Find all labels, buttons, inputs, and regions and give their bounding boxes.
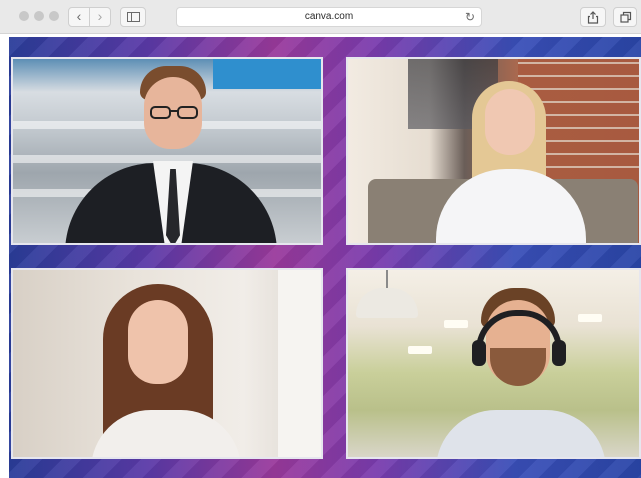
tabs-overview-button[interactable] (613, 7, 637, 27)
share-icon (587, 11, 599, 24)
forward-button[interactable]: › (89, 7, 111, 27)
chevron-right-icon: › (97, 8, 103, 24)
video-tile-man-suit[interactable] (11, 57, 323, 245)
participant-face (128, 300, 188, 384)
participant-face (485, 89, 535, 155)
share-button[interactable] (580, 7, 606, 27)
close-window-button[interactable] (19, 11, 29, 21)
back-button[interactable]: ‹ (68, 7, 90, 27)
video-tile-man-headset[interactable] (346, 268, 641, 459)
video-tile-blonde-woman[interactable] (346, 57, 641, 245)
web-page (0, 34, 641, 478)
video-tile-brunette-woman[interactable] (11, 268, 323, 459)
glasses-icon (150, 106, 198, 119)
minimize-window-button[interactable] (34, 11, 44, 21)
chevron-left-icon: ‹ (76, 8, 82, 24)
tabs-overview-icon (620, 11, 632, 23)
browser-toolbar: ‹ › canva.com ↻ (0, 0, 641, 34)
sidebar-icon (127, 12, 140, 22)
video-call-grid (9, 37, 641, 478)
address-bar[interactable]: canva.com ↻ (176, 7, 482, 27)
url-text: canva.com (304, 11, 354, 22)
sidebar-toggle-button[interactable] (120, 7, 146, 27)
zoom-window-button[interactable] (49, 11, 59, 21)
reload-icon[interactable]: ↻ (465, 9, 475, 25)
